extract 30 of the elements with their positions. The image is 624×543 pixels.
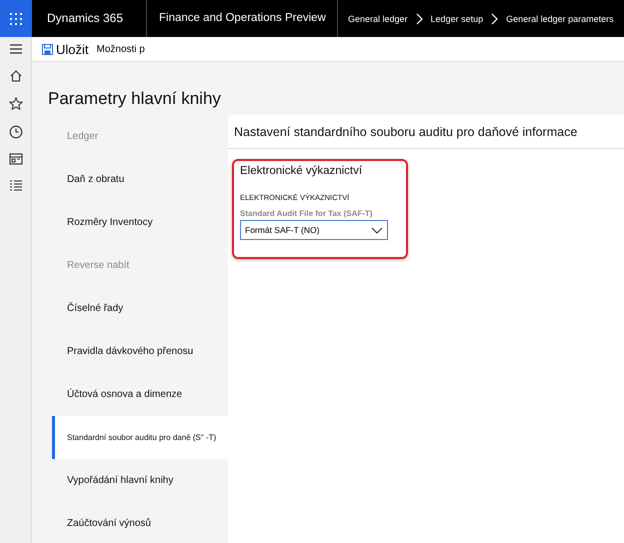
breadcrumb-link[interactable]: Ledger setup bbox=[430, 14, 484, 24]
nav-item[interactable]: Účtová osnova a dimenze bbox=[52, 373, 228, 416]
field-label: Standard Audit File for Tax (SAF-T) bbox=[240, 209, 374, 218]
save-button[interactable]: Uložit bbox=[40, 42, 91, 56]
page-title: Parametry hlavní knihy bbox=[48, 89, 222, 109]
nav-item[interactable]: Pravidla dávkového přenosu bbox=[52, 330, 228, 373]
chevron-right-icon bbox=[416, 12, 423, 24]
breadcrumb-link[interactable]: General ledger parameters bbox=[506, 14, 614, 24]
options-button[interactable]: Možnosti p bbox=[94, 44, 147, 54]
home-icon[interactable] bbox=[8, 69, 22, 83]
menu-icon[interactable] bbox=[8, 43, 22, 55]
breadcrumb-link[interactable]: General ledger bbox=[348, 14, 408, 24]
card-title: Elektronické výkaznictví bbox=[240, 165, 364, 177]
format-dropdown[interactable]: Formát SAF-T (NO) bbox=[240, 220, 388, 240]
star-icon[interactable] bbox=[8, 97, 22, 111]
nav-item[interactable]: Rozměry Inventocy bbox=[52, 201, 228, 244]
nav-item[interactable]: Standardní soubor auditu pro daně (S" -T) bbox=[52, 416, 228, 459]
clock-icon[interactable] bbox=[8, 125, 22, 139]
section-title: Nastavení standardního souboru auditu pro daňové informace bbox=[228, 115, 624, 149]
list-icon[interactable] bbox=[8, 179, 22, 192]
nav-item[interactable]: Vypořádání hlavní knihy bbox=[52, 459, 228, 502]
chevron-right-icon bbox=[491, 12, 498, 24]
nav-item[interactable]: Číselné řady bbox=[52, 287, 228, 330]
app-launcher-button[interactable] bbox=[0, 0, 32, 37]
waffle-icon bbox=[10, 12, 22, 24]
workspace-icon[interactable] bbox=[8, 153, 22, 165]
nav-item[interactable]: Daň z obratu bbox=[52, 158, 228, 201]
nav-item[interactable]: Zaúčtování výnosů bbox=[52, 502, 228, 543]
dropdown-value: Formát SAF-T (NO) bbox=[245, 225, 320, 235]
chevron-down-icon bbox=[371, 226, 383, 234]
